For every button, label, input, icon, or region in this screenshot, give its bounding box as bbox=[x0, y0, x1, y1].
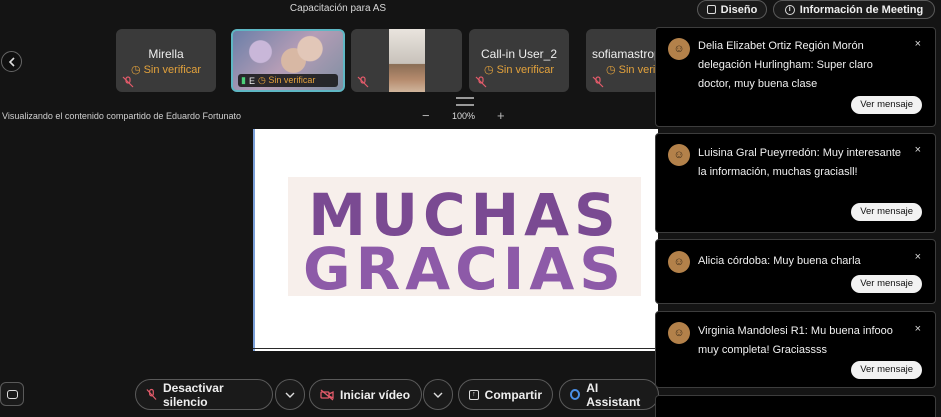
sharing-status-label: Visualizando el contenido compartido de … bbox=[2, 111, 241, 121]
mic-muted-icon bbox=[592, 76, 604, 88]
chat-icon bbox=[6, 389, 18, 399]
participant-tile[interactable]: sofiamastrop ◷ Sin verificar bbox=[586, 29, 666, 92]
meeting-info-button-label: Información de Meeting bbox=[799, 3, 924, 16]
zoom-out-button[interactable]: − bbox=[422, 108, 430, 123]
video-off-icon bbox=[320, 389, 334, 400]
chat-notification[interactable]: ☺ Delia Elizabet Ortiz Región Morón dele… bbox=[655, 27, 936, 127]
start-video-button[interactable]: Iniciar vídeo bbox=[309, 379, 422, 410]
user-icon: ☺ bbox=[668, 322, 690, 344]
user-icon: ☺ bbox=[668, 144, 690, 166]
design-button-label: Diseño bbox=[720, 3, 758, 16]
participant-label-bar: ▮ E ◷ Sin verificar bbox=[238, 74, 338, 87]
view-message-button[interactable]: Ver mensaje bbox=[851, 275, 922, 293]
layout-icon bbox=[706, 5, 716, 14]
close-icon[interactable]: × bbox=[915, 144, 921, 156]
user-icon: ☺ bbox=[668, 251, 690, 273]
mic-muted-icon bbox=[357, 76, 369, 88]
participant-video bbox=[389, 29, 425, 92]
participant-name: Mirella bbox=[148, 47, 184, 61]
video-options-dropdown[interactable] bbox=[423, 379, 453, 410]
share-label: Compartir bbox=[484, 387, 542, 402]
meeting-info-button[interactable]: i Información de Meeting bbox=[773, 0, 935, 19]
ai-assistant-label: AI Assistant bbox=[586, 380, 641, 409]
notification-message: Virginia Mandolesi R1: Mu buena infooo m… bbox=[698, 325, 893, 356]
divider bbox=[253, 348, 656, 349]
chat-notification[interactable]: ☺ Luisina Gral Pueyrredón: Muy interesan… bbox=[655, 133, 936, 233]
participant-status: ◷ Sin verificar bbox=[257, 75, 316, 85]
slide-banner: MUCHAS GRACIAS bbox=[288, 177, 641, 303]
scroll-left-button[interactable] bbox=[1, 51, 22, 72]
mic-on-icon: ▮ bbox=[241, 75, 246, 85]
participant-tile[interactable]: Call-in User_2 ◷ Sin verificar bbox=[469, 29, 569, 92]
notification-message: Alicia córdoba: Muy buena charla bbox=[698, 255, 861, 267]
chat-panel-button[interactable] bbox=[0, 382, 24, 406]
participant-tile[interactable]: Mirella ◷ Sin verificar bbox=[116, 29, 216, 92]
participant-status: ◷ Sin verificar bbox=[130, 64, 202, 76]
notification-message: Luisina Gral Pueyrredón: Muy interesante… bbox=[698, 147, 901, 178]
participant-name: Call-in User_2 bbox=[480, 47, 558, 61]
chevron-left-icon bbox=[8, 56, 15, 67]
participant-tile[interactable] bbox=[351, 29, 462, 92]
design-button[interactable]: Diseño bbox=[697, 0, 767, 19]
slide-text: GRACIAS bbox=[303, 235, 626, 303]
meeting-title: Capacitación para AS bbox=[289, 3, 387, 14]
chevron-down-icon bbox=[285, 392, 295, 398]
user-icon: ☺ bbox=[668, 38, 690, 60]
share-screen-icon: ↑ bbox=[469, 389, 479, 400]
chat-notification[interactable] bbox=[655, 395, 936, 417]
view-message-button[interactable]: Ver mensaje bbox=[851, 96, 922, 114]
participant-tile-active-speaker[interactable]: ▮ E ◷ Sin verificar bbox=[231, 29, 345, 92]
participant-status: ◷ Sin verificar bbox=[483, 64, 555, 76]
notification-message: Delia Elizabet Ortiz Región Morón delega… bbox=[698, 40, 873, 90]
mic-muted-icon bbox=[475, 76, 487, 88]
start-video-label: Iniciar vídeo bbox=[340, 387, 411, 402]
share-button[interactable]: ↑ Compartir bbox=[458, 379, 553, 410]
chat-notification[interactable]: ☺ Virginia Mandolesi R1: Mu buena infooo… bbox=[655, 311, 936, 388]
chevron-down-icon bbox=[433, 392, 443, 398]
view-message-button[interactable]: Ver mensaje bbox=[851, 203, 922, 221]
ai-assistant-button[interactable]: AI Assistant bbox=[559, 379, 659, 410]
mic-muted-icon bbox=[122, 76, 134, 88]
ai-assistant-icon bbox=[570, 389, 581, 400]
close-icon[interactable]: × bbox=[915, 323, 921, 335]
unmute-button[interactable]: Desactivar silencio bbox=[135, 379, 273, 410]
unmute-label: Desactivar silencio bbox=[162, 380, 224, 409]
zoom-in-button[interactable]: + bbox=[497, 108, 505, 123]
chat-notification[interactable]: ☺ Alicia córdoba: Muy buena charla × Ver… bbox=[655, 239, 936, 304]
zoom-level[interactable]: 100% bbox=[452, 111, 475, 121]
close-icon[interactable]: × bbox=[915, 38, 921, 50]
participant-name: E bbox=[248, 75, 255, 86]
close-icon[interactable]: × bbox=[915, 251, 921, 263]
mic-muted-icon bbox=[146, 388, 157, 400]
resize-handle[interactable] bbox=[456, 97, 474, 106]
view-message-button[interactable]: Ver mensaje bbox=[851, 361, 922, 379]
info-icon: i bbox=[784, 4, 795, 15]
audio-options-dropdown[interactable] bbox=[275, 379, 305, 410]
